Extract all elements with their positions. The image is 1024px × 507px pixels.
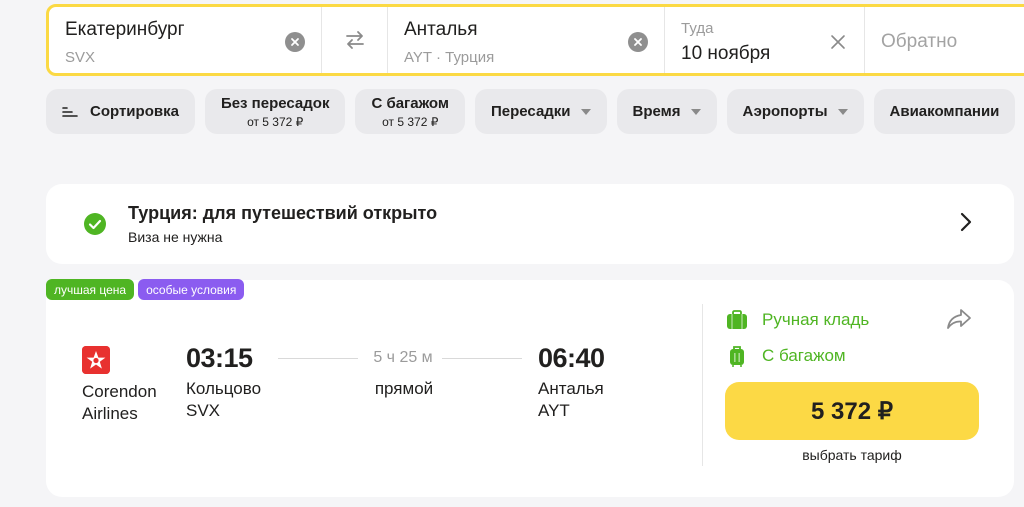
route-line [442, 358, 522, 359]
travel-info-card[interactable]: Турция: для путешествий открыто Виза не … [46, 184, 1014, 264]
departure-code: SVX [186, 401, 221, 420]
close-icon[interactable] [830, 34, 846, 50]
flight-type: прямой [374, 379, 434, 398]
filter-airlines[interactable]: Авиакомпании [873, 89, 1016, 134]
destination-code: AYT · Турция [404, 49, 495, 66]
clear-origin-icon[interactable] [285, 32, 305, 52]
arrival-time: 06:40 [538, 343, 605, 373]
filter-transfers[interactable]: Пересадки [474, 89, 607, 134]
departure-date-value: 10 ноября [681, 43, 771, 64]
filter-direct[interactable]: Без пересадок от 5 372 ₽ [204, 89, 346, 134]
choose-tariff-label: выбрать тариф [802, 447, 902, 463]
suitcase-icon [730, 346, 744, 367]
departure-date-label: Туда [681, 20, 714, 37]
flight-search-page: Екатеринбург SVX Анталья AYT · Турция Ту… [0, 0, 1024, 507]
chevron-right-icon [960, 212, 972, 232]
special-conditions-badge: особые условия [138, 279, 245, 300]
departure-date-field[interactable]: Туда 10 ноября [665, 7, 865, 73]
handbag-icon [727, 310, 747, 329]
filter-bar: Сортировка Без пересадок от 5 372 ₽ С ба… [46, 89, 1016, 134]
select-price-button[interactable]: 5 372 ₽ [725, 382, 979, 440]
return-date-placeholder: Обратно [881, 31, 958, 52]
info-subtitle: Виза не нужна [128, 229, 223, 245]
airline-name: Corendon Airlines [82, 382, 157, 423]
swap-arrows-icon [345, 31, 364, 49]
chevron-down-icon [690, 108, 701, 115]
filter-baggage-price: от 5 372 ₽ [382, 114, 439, 129]
filter-direct-price: от 5 372 ₽ [247, 114, 304, 129]
destination-city: Анталья [404, 19, 478, 40]
origin-city: Екатеринбург [65, 19, 185, 40]
filter-time[interactable]: Время [616, 89, 717, 134]
chevron-down-icon [580, 108, 591, 115]
filter-airports-label: Аэропорты [742, 103, 828, 120]
filter-airports[interactable]: Аэропорты [726, 89, 864, 134]
share-icon[interactable] [946, 308, 972, 330]
swap-button[interactable] [322, 7, 388, 73]
info-title: Турция: для путешествий открыто [128, 203, 438, 223]
filter-transfers-label: Пересадки [490, 103, 571, 120]
arrival-city: Анталья [538, 379, 604, 398]
search-form: Екатеринбург SVX Анталья AYT · Турция Ту… [46, 4, 1024, 76]
check-circle-icon [84, 213, 106, 235]
clear-destination-icon[interactable] [628, 32, 648, 52]
chevron-down-icon [837, 108, 848, 115]
origin-field[interactable]: Екатеринбург SVX [49, 7, 322, 73]
origin-code: SVX [65, 49, 96, 66]
card-divider [702, 304, 703, 466]
filter-airlines-label: Авиакомпании [889, 103, 1000, 120]
sort-label: Сортировка [90, 103, 179, 120]
badges: лучшая цена особые условия [46, 279, 245, 300]
flight-result-card[interactable]: Corendon Airlines 03:15 Кольцово SVX 5 ч… [46, 280, 1014, 497]
filter-direct-label: Без пересадок [220, 94, 330, 112]
departure-airport: Кольцово [186, 379, 262, 398]
flight-duration: 5 ч 25 м [373, 349, 433, 366]
arrival-code: AYT [538, 401, 570, 420]
best-price-badge: лучшая цена [46, 279, 135, 300]
filter-baggage-label: С багажом [371, 94, 449, 112]
hand-luggage-info: Ручная кладь [726, 309, 869, 331]
route-line [278, 358, 358, 359]
destination-field[interactable]: Анталья AYT · Турция [388, 7, 665, 73]
hand-luggage-label: Ручная кладь [762, 310, 870, 329]
sort-icon [62, 106, 78, 117]
baggage-info: С багажом [726, 345, 846, 367]
departure-time: 03:15 [186, 343, 253, 373]
airline-logo [82, 346, 110, 374]
baggage-label: С багажом [762, 346, 846, 365]
filter-baggage[interactable]: С багажом от 5 372 ₽ [355, 89, 465, 134]
return-date-field[interactable]: Обратно [865, 7, 1024, 73]
sort-button[interactable]: Сортировка [46, 89, 195, 134]
filter-time-label: Время [632, 103, 681, 120]
